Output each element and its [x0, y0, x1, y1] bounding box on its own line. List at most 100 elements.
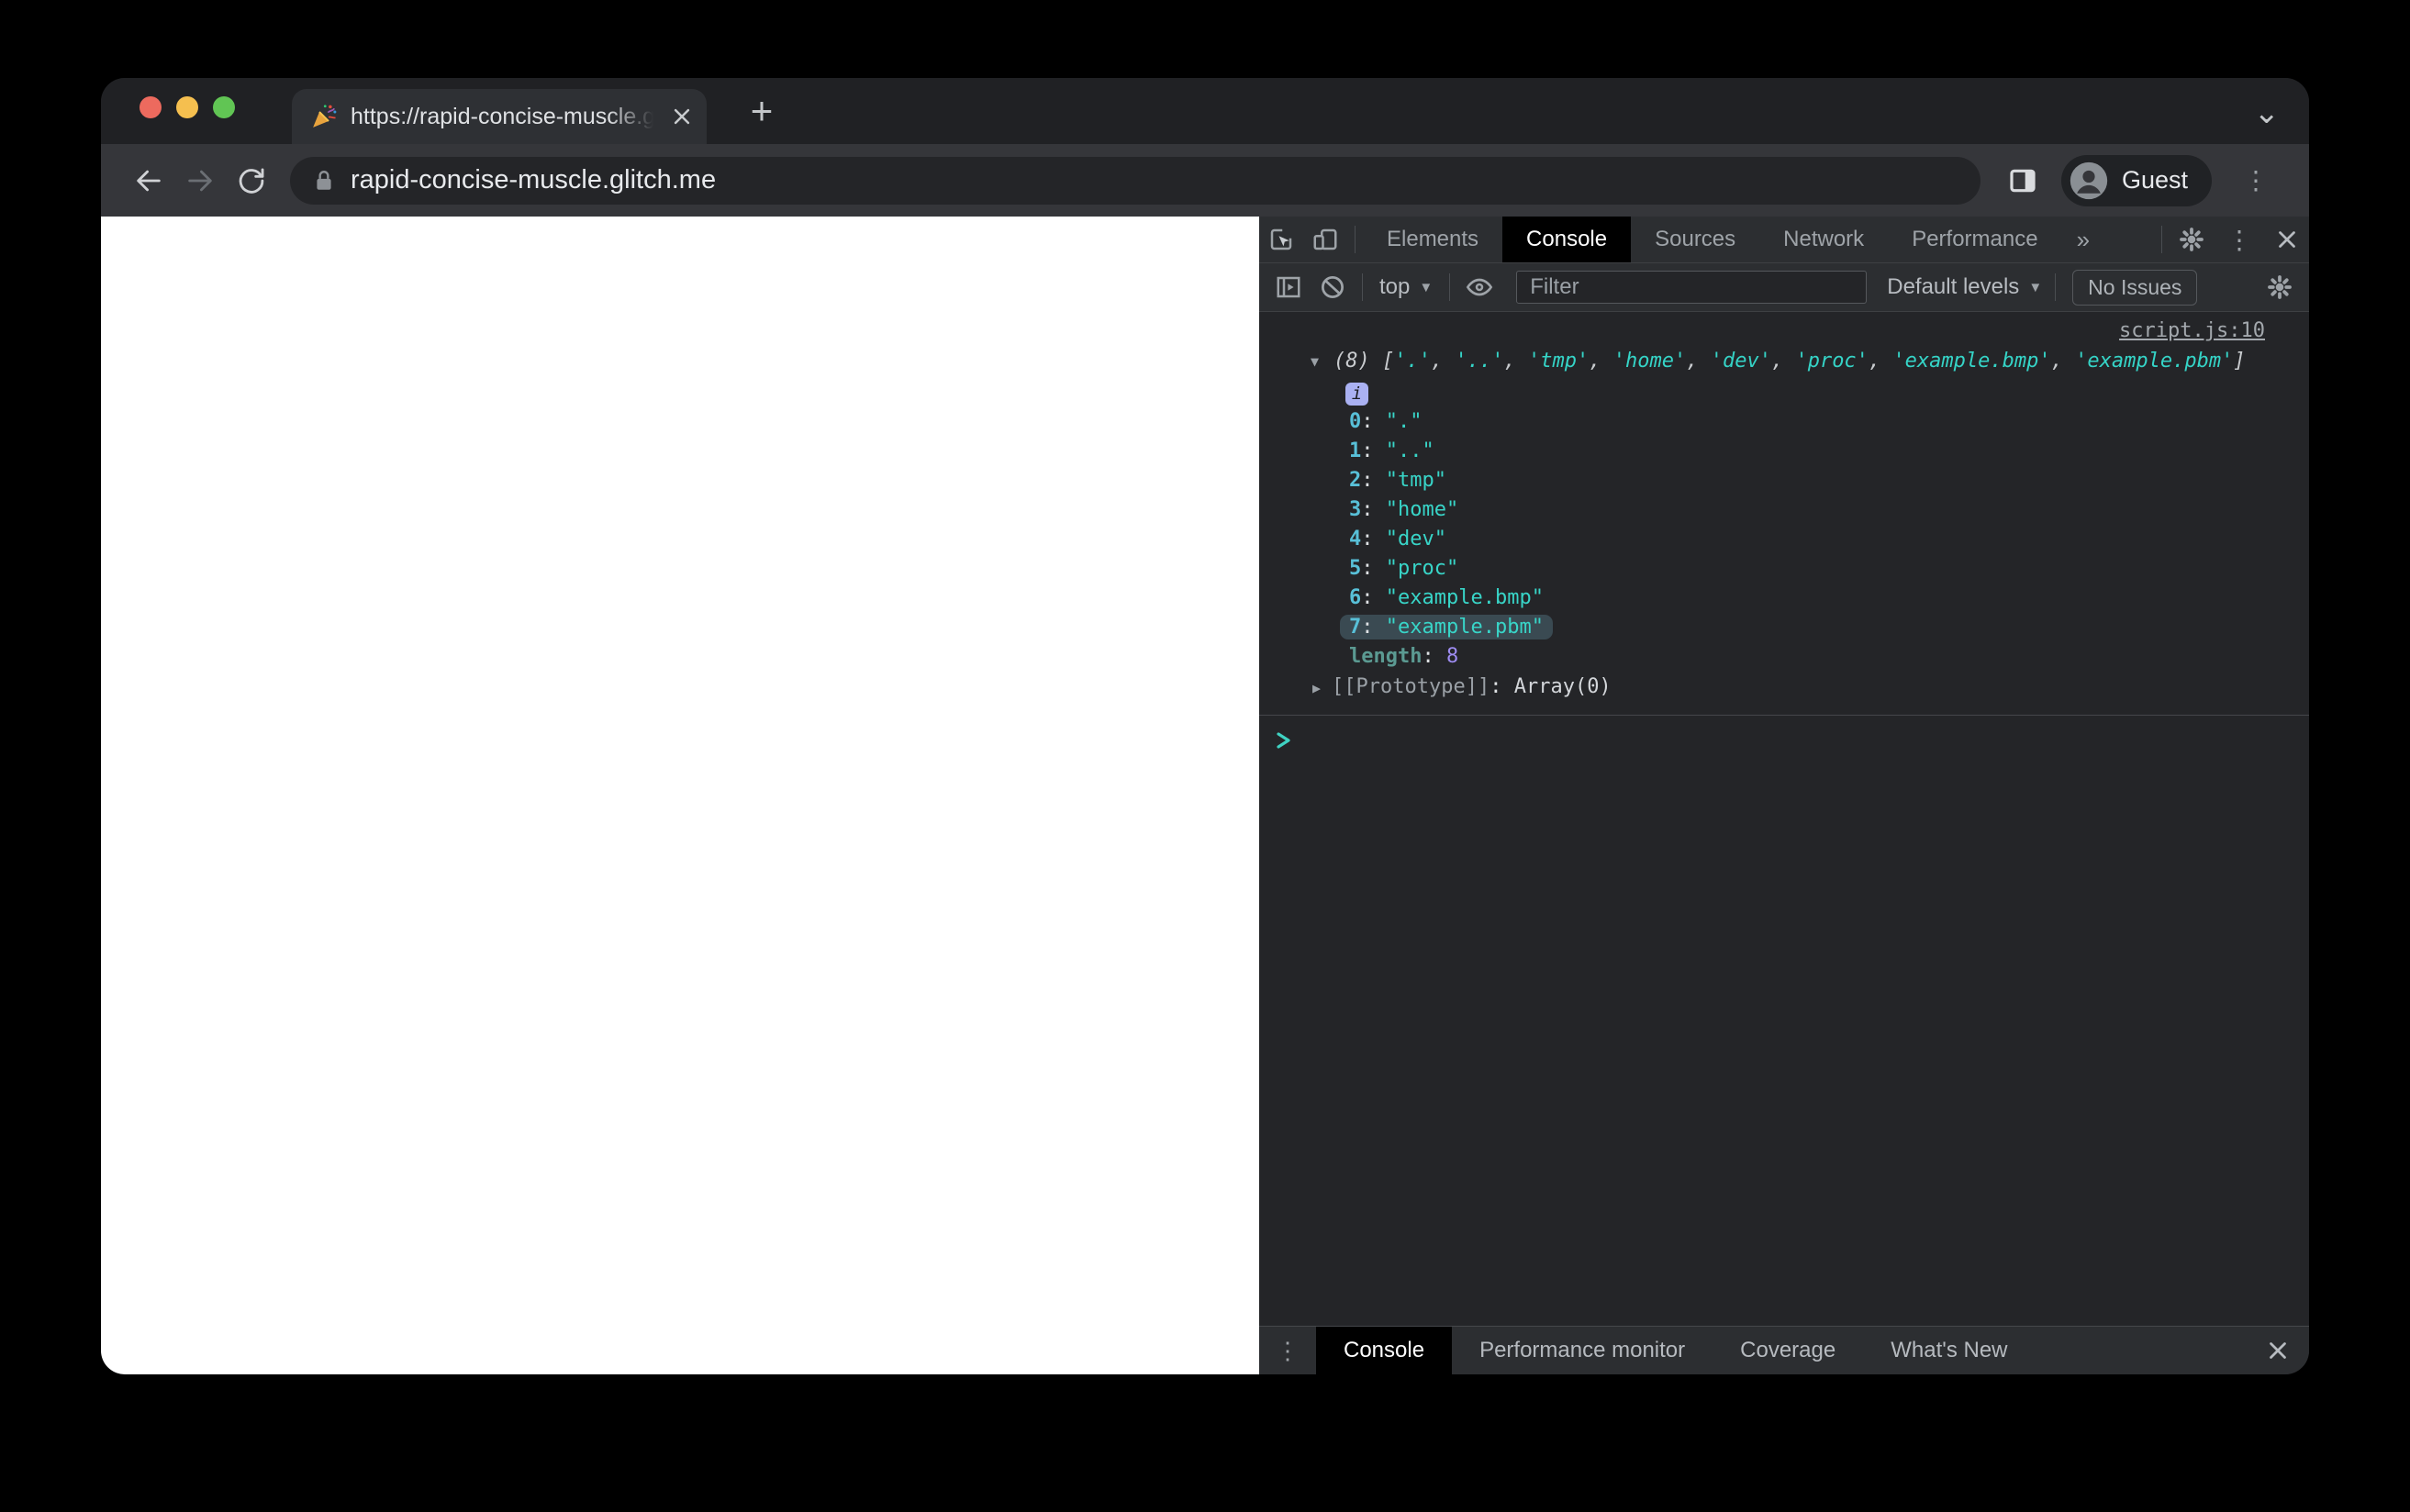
- drawer-close-icon[interactable]: [2247, 1340, 2309, 1362]
- reload-button[interactable]: [226, 155, 277, 206]
- traffic-lights: [139, 96, 235, 118]
- device-toolbar-icon[interactable]: [1303, 217, 1347, 262]
- divider: [2161, 226, 2162, 253]
- divider: [1362, 273, 1363, 301]
- minimize-window-button[interactable]: [176, 96, 198, 118]
- entry-colon: :: [1361, 410, 1386, 433]
- filter-input-box[interactable]: [1516, 271, 1868, 304]
- array-entry-6: 6: "example.bmp": [1259, 584, 2291, 613]
- array-entry-text: 0: ".": [1340, 409, 1432, 434]
- array-entry-text: 1: "..": [1340, 439, 1444, 463]
- disclosure-collapsed-icon[interactable]: ▶: [1312, 680, 1321, 696]
- browser-toolbar: rapid-concise-muscle.glitch.me Guest ⋮: [101, 144, 2309, 217]
- drawer-tab-performance-monitor[interactable]: Performance monitor: [1452, 1327, 1713, 1374]
- entry-colon: :: [1361, 498, 1386, 521]
- browser-menu-kebab-icon[interactable]: ⋮: [2225, 155, 2287, 206]
- tab-title: https://rapid-concise-muscle.g: [351, 103, 653, 129]
- side-panel-icon[interactable]: [1997, 155, 2048, 206]
- length-row: length: 8: [1349, 645, 1459, 668]
- array-entry-text: 5: "proc": [1340, 556, 1467, 581]
- profile-button[interactable]: Guest: [2060, 154, 2212, 206]
- devtools-menu-kebab-icon[interactable]: ⋮: [2214, 225, 2265, 255]
- forward-button[interactable]: [174, 155, 226, 206]
- entry-colon: :: [1361, 557, 1386, 580]
- devtools-close-icon[interactable]: [2265, 217, 2309, 262]
- array-entry-text: 2: "tmp": [1340, 468, 1456, 493]
- entry-value: "tmp": [1385, 469, 1446, 492]
- page-content: [101, 217, 1259, 1374]
- context-selector[interactable]: top ▼: [1370, 274, 1442, 300]
- preview-string: 'dev': [1710, 350, 1771, 372]
- devtools-tab-sources[interactable]: Sources: [1631, 217, 1759, 262]
- devtools-drawer: ⋮ Console Performance monitor Coverage What…: [1259, 1326, 2309, 1374]
- drawer-tab-console[interactable]: Console: [1316, 1327, 1453, 1374]
- new-tab-button[interactable]: +: [736, 85, 787, 137]
- window-content: Elements Console Sources Network Performance…: [101, 217, 2309, 1374]
- source-location-link[interactable]: script.js:10: [1259, 319, 2291, 342]
- prototype-label: [[Prototype]]: [1332, 675, 1490, 698]
- console-sidebar-icon[interactable]: [1266, 264, 1311, 310]
- issues-counter-button[interactable]: No Issues: [2072, 269, 2198, 306]
- entry-index: 3: [1349, 498, 1362, 521]
- devtools-tab-performance[interactable]: Performance: [1888, 217, 2061, 262]
- tab-close-icon[interactable]: [672, 106, 692, 127]
- array-entry-highlighted: 7: "example.pbm": [1340, 615, 1553, 639]
- devtools-panel: Elements Console Sources Network Performance…: [1259, 217, 2309, 1374]
- preview-punctuation: ,: [1589, 350, 1613, 372]
- array-preview[interactable]: (8) ['.', '..', 'tmp', 'home', 'dev', 'p…: [1333, 348, 2246, 375]
- clear-console-ban-icon[interactable]: [1311, 264, 1355, 310]
- tab-search-chevron-icon[interactable]: ⌄: [2254, 94, 2281, 131]
- log-levels-dropdown[interactable]: Default levels ▼: [1881, 274, 2047, 300]
- browser-tab[interactable]: https://rapid-concise-muscle.g: [292, 89, 707, 144]
- levels-label: Default levels: [1887, 274, 2020, 299]
- preview-punctuation: ,: [1868, 350, 1893, 372]
- length-value: 8: [1445, 645, 1459, 668]
- divider: [1449, 273, 1451, 301]
- more-tabs-icon[interactable]: »: [2062, 226, 2104, 254]
- drawer-tab-what-s-new[interactable]: What's New: [1863, 1327, 2035, 1374]
- console-prompt[interactable]: [1259, 716, 2309, 752]
- console-settings-gear-icon[interactable]: [2258, 264, 2302, 310]
- entry-value: "home": [1385, 498, 1459, 521]
- url-bar[interactable]: rapid-concise-muscle.glitch.me: [290, 156, 1980, 205]
- entry-value: "dev": [1385, 528, 1446, 550]
- entry-index: 1: [1349, 439, 1362, 462]
- preview-punctuation: ,: [2050, 350, 2076, 372]
- zoom-window-button[interactable]: [213, 96, 235, 118]
- array-entry-text: 6: "example.bmp": [1340, 585, 1553, 610]
- drawer-tab-coverage[interactable]: Coverage: [1713, 1327, 1863, 1374]
- array-entry-2: 2: "tmp": [1259, 466, 2291, 495]
- entry-value: "example.bmp": [1385, 586, 1544, 609]
- live-expression-eye-icon[interactable]: [1457, 264, 1501, 310]
- back-button[interactable]: [123, 155, 174, 206]
- close-window-button[interactable]: [139, 96, 162, 118]
- devtools-tab-console[interactable]: Console: [1502, 217, 1632, 262]
- devtools-tab-network[interactable]: Network: [1759, 217, 1888, 262]
- drawer-menu-kebab-icon[interactable]: ⋮: [1259, 1337, 1316, 1365]
- entry-index: 0: [1349, 410, 1362, 433]
- array-entry-4: 4: "dev": [1259, 525, 2291, 554]
- filter-input[interactable]: [1528, 273, 1856, 301]
- profile-label: Guest: [2121, 166, 2188, 194]
- inspect-element-icon[interactable]: [1259, 217, 1303, 262]
- preview-punctuation: ]: [2233, 350, 2246, 372]
- devtools-tab-elements[interactable]: Elements: [1363, 217, 1502, 262]
- preview-punctuation: ,: [1770, 350, 1796, 372]
- prototype-row[interactable]: ▶ [[Prototype]]: Array(0): [1259, 672, 2291, 704]
- entry-index: 2: [1349, 469, 1362, 492]
- console-output: script.js:10 ▼ (8) ['.', '..', 'tmp', 'h…: [1259, 312, 2309, 1326]
- prototype-value: Array(0): [1513, 675, 1612, 698]
- devtools-tabbar: Elements Console Sources Network Performance…: [1259, 217, 2309, 263]
- settings-gear-icon[interactable]: [2170, 217, 2214, 262]
- preview-string: 'example.bmp': [1892, 350, 2051, 372]
- disclosure-expanded-icon[interactable]: ▼: [1311, 353, 1319, 370]
- drawer-tabs: Console Performance monitor Coverage What's…: [1316, 1327, 2036, 1374]
- entry-index: 5: [1349, 557, 1362, 580]
- entry-index: 6: [1349, 586, 1362, 609]
- entry-value: "..": [1385, 439, 1434, 462]
- context-label: top: [1379, 274, 1411, 299]
- preview-string: 'tmp': [1528, 350, 1590, 372]
- preview-string: '..': [1455, 350, 1504, 372]
- console-message: script.js:10 ▼ (8) ['.', '..', 'tmp', 'h…: [1259, 312, 2309, 716]
- console-toolbar: top ▼ Default levels ▼: [1259, 263, 2309, 312]
